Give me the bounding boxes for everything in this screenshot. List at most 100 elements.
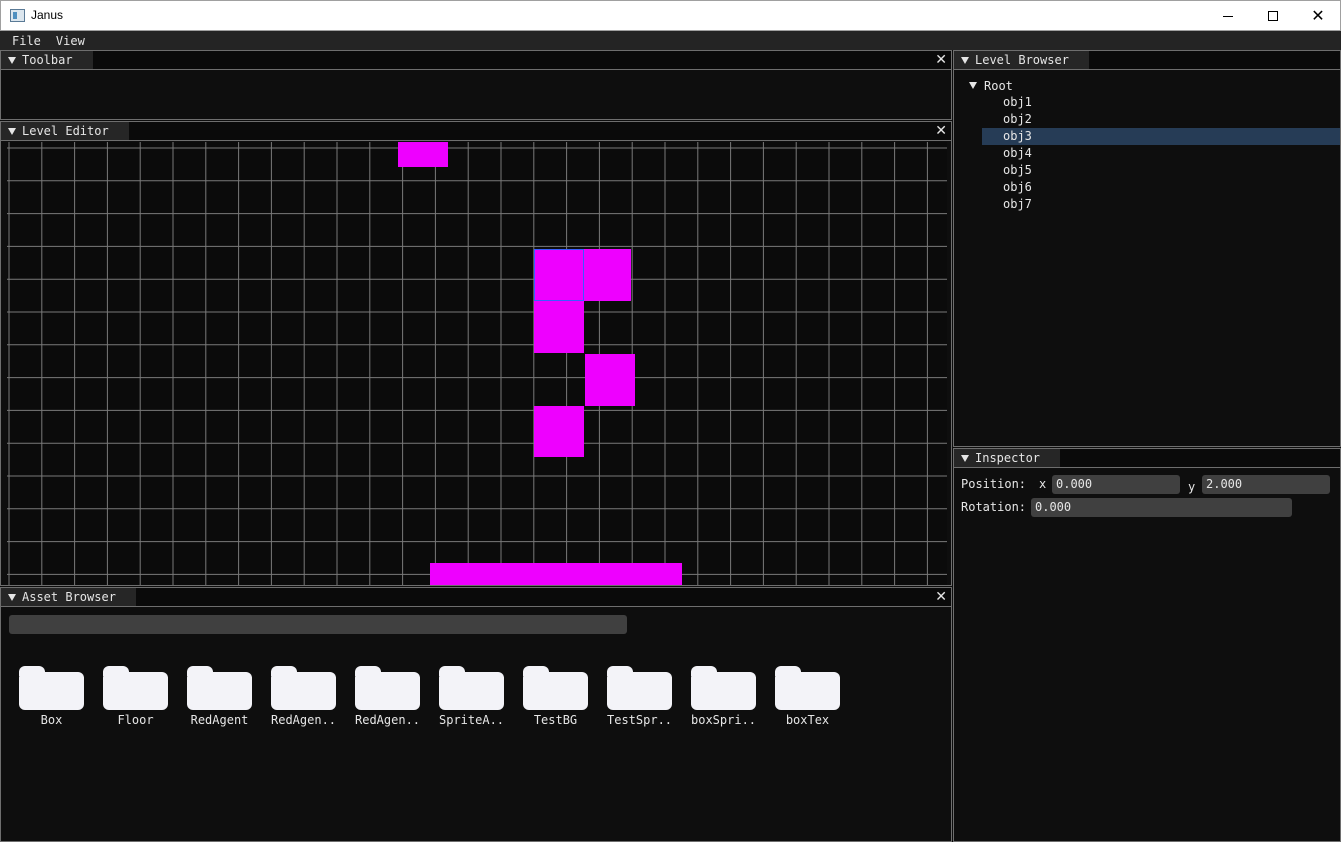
- expand-triangle-icon[interactable]: [969, 82, 977, 89]
- window-title: Janus: [31, 8, 64, 22]
- position-label: Position:: [961, 476, 1027, 491]
- folder-icon: [19, 666, 84, 711]
- tree-item[interactable]: obj1: [954, 94, 1340, 111]
- asset-label: RedAgen..: [355, 713, 421, 727]
- level-editor-title: Level Editor: [22, 124, 109, 138]
- close-icon: ✕: [1311, 6, 1325, 25]
- toolbar-close-button[interactable]: ✕: [935, 51, 947, 69]
- asset-label: RedAgen..: [271, 713, 337, 727]
- folder-icon: [691, 666, 756, 711]
- level-object[interactable]: [430, 563, 682, 585]
- toolbar-tab[interactable]: Toolbar: [1, 51, 93, 69]
- maximize-icon: [1268, 11, 1278, 21]
- tree-root-label: Root: [984, 78, 1013, 93]
- tree-item[interactable]: obj3: [982, 128, 1340, 145]
- asset-item[interactable]: RedAgen..: [355, 666, 439, 727]
- level-editor-close-button[interactable]: ✕: [935, 122, 947, 140]
- inspector-tab[interactable]: Inspector: [954, 449, 1061, 467]
- asset-label: SpriteA..: [439, 713, 505, 727]
- asset-item[interactable]: TestSpr..: [607, 666, 691, 727]
- toolbar-panel: Toolbar ✕: [0, 50, 952, 120]
- level-object[interactable]: [534, 406, 584, 457]
- asset-label: boxSpri..: [691, 713, 757, 727]
- position-x-label: x: [1039, 476, 1047, 491]
- folder-icon: [607, 666, 672, 711]
- inspector-title: Inspector: [975, 451, 1041, 465]
- menu-bar: File View: [0, 31, 1341, 50]
- asset-search-input[interactable]: [9, 615, 627, 634]
- menu-file[interactable]: File: [12, 34, 41, 48]
- asset-item[interactable]: Box: [19, 666, 103, 727]
- level-editor-header: Level Editor ✕: [1, 122, 951, 141]
- tree-item[interactable]: obj5: [954, 162, 1340, 179]
- level-editor-canvas[interactable]: [7, 142, 947, 585]
- asset-label: TestBG: [533, 713, 578, 727]
- folder-icon: [775, 666, 840, 711]
- position-y-input[interactable]: 2.000: [1202, 475, 1330, 494]
- collapse-triangle-icon[interactable]: [961, 454, 969, 462]
- asset-grid: Box Floor RedAgent RedAgen.. RedAgen.. Sprite…: [19, 666, 859, 727]
- window-titlebar[interactable]: Janus ✕: [0, 0, 1341, 31]
- level-object[interactable]: [585, 354, 635, 406]
- folder-icon: [187, 666, 252, 711]
- folder-icon: [523, 666, 588, 711]
- asset-label: Floor: [117, 713, 154, 727]
- tree-item[interactable]: obj2: [954, 111, 1340, 128]
- level-browser-title: Level Browser: [975, 53, 1069, 67]
- level-object[interactable]: [584, 249, 631, 301]
- level-grid[interactable]: [7, 142, 947, 585]
- level-editor-tab[interactable]: Level Editor: [1, 122, 129, 140]
- asset-item[interactable]: RedAgent: [187, 666, 271, 727]
- asset-browser-header: Asset Browser ✕: [1, 588, 951, 607]
- collapse-triangle-icon[interactable]: [961, 56, 969, 64]
- asset-item[interactable]: SpriteA..: [439, 666, 523, 727]
- asset-item[interactable]: RedAgen..: [271, 666, 355, 727]
- rotation-input[interactable]: 0.000: [1031, 498, 1292, 517]
- asset-label: Box: [40, 713, 63, 727]
- menu-view[interactable]: View: [56, 34, 85, 48]
- folder-icon: [355, 666, 420, 711]
- level-browser-tab[interactable]: Level Browser: [954, 51, 1089, 69]
- collapse-triangle-icon[interactable]: [8, 593, 16, 601]
- tree-root[interactable]: Root: [954, 77, 1340, 94]
- asset-label: TestSpr..: [607, 713, 673, 727]
- minimize-icon: [1223, 15, 1233, 17]
- minimize-button[interactable]: [1205, 1, 1251, 31]
- position-x-input[interactable]: 0.000: [1052, 475, 1180, 494]
- level-object[interactable]: [534, 249, 584, 301]
- level-editor-panel: Level Editor ✕: [0, 121, 952, 586]
- collapse-triangle-icon[interactable]: [8, 56, 16, 64]
- asset-item[interactable]: boxTex: [775, 666, 859, 727]
- level-object[interactable]: [534, 301, 584, 353]
- asset-browser-panel: Asset Browser ✕ Box Floor RedAgent RedAgen.…: [0, 587, 952, 842]
- asset-item[interactable]: boxSpri..: [691, 666, 775, 727]
- tree-items: obj1 obj2 obj3 obj4 obj5 obj6 obj7: [954, 94, 1340, 213]
- position-y-label: y: [1188, 479, 1196, 494]
- asset-browser-tab[interactable]: Asset Browser: [1, 588, 136, 606]
- folder-icon: [103, 666, 168, 711]
- level-browser-panel: Level Browser Root obj1 obj2 obj3 obj4 obj5 o…: [953, 50, 1341, 447]
- level-tree: Root obj1 obj2 obj3 obj4 obj5 obj6 obj7: [954, 77, 1340, 213]
- inspector-panel: Inspector Position: x 0.000 y 2.000 Rota…: [953, 448, 1341, 842]
- tree-item[interactable]: obj7: [954, 196, 1340, 213]
- asset-item[interactable]: Floor: [103, 666, 187, 727]
- asset-item[interactable]: TestBG: [523, 666, 607, 727]
- asset-label: RedAgent: [190, 713, 249, 727]
- toolbar-title: Toolbar: [22, 53, 73, 67]
- tree-item[interactable]: obj4: [954, 145, 1340, 162]
- asset-label: boxTex: [785, 713, 830, 727]
- toolbar-header: Toolbar ✕: [1, 51, 951, 70]
- asset-browser-close-button[interactable]: ✕: [935, 588, 947, 606]
- close-window-button[interactable]: ✕: [1295, 1, 1341, 31]
- folder-icon: [271, 666, 336, 711]
- level-browser-header: Level Browser: [954, 51, 1340, 70]
- tree-item[interactable]: obj6: [954, 179, 1340, 196]
- rotation-label: Rotation:: [961, 499, 1027, 514]
- inspector-header: Inspector: [954, 449, 1340, 468]
- asset-browser-title: Asset Browser: [22, 590, 116, 604]
- app-icon: [10, 9, 25, 22]
- folder-icon: [439, 666, 504, 711]
- maximize-button[interactable]: [1250, 1, 1296, 31]
- collapse-triangle-icon[interactable]: [8, 127, 16, 135]
- level-object[interactable]: [398, 142, 448, 167]
